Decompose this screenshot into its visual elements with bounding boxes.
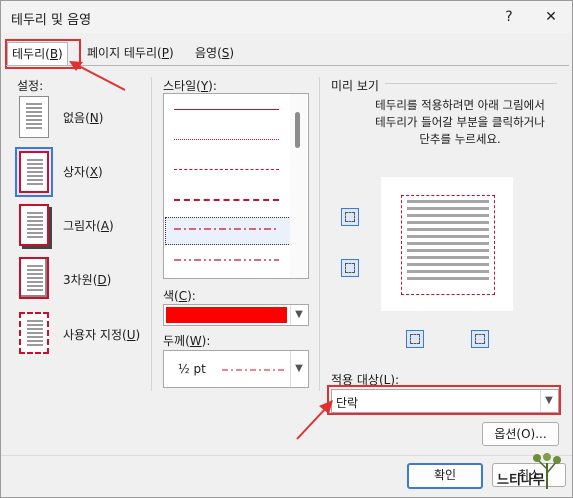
footer-divider	[1, 455, 572, 456]
color-heading: 색(C):	[163, 289, 196, 303]
style-option-small-dash[interactable]	[174, 169, 279, 170]
settings-heading: 설정:	[17, 79, 44, 93]
chevron-down-icon[interactable]: ▼	[290, 351, 307, 387]
watermark-logo: 느티나무	[495, 449, 569, 493]
chevron-down-icon[interactable]: ▼	[290, 305, 307, 325]
apply-to-highlight-box	[327, 385, 561, 415]
left-border-button[interactable]	[406, 330, 424, 348]
style-list[interactable]	[163, 93, 309, 279]
style-heading: 스타일(Y):	[163, 79, 217, 93]
width-line-sample	[222, 369, 284, 371]
preview-instruction: 테두리를 적용하려면 아래 그림에서 테두리가 들어갈 부분을 클릭하거나 단추…	[375, 98, 545, 146]
width-value: ½ pt	[178, 362, 206, 376]
borders-and-shading-dialog: 테두리 및 음영 ? ✕ 테두리(B) 페이지 테두리(P) 음영(S) 설정:…	[0, 0, 573, 498]
scroll-thumb[interactable]	[295, 112, 300, 148]
setting-none-icon[interactable]	[19, 96, 49, 138]
style-list-scrollbar[interactable]	[290, 94, 307, 278]
column-divider	[151, 77, 152, 391]
watermark-text: 느티나무	[497, 473, 545, 488]
annotation-arrow-tab	[69, 61, 126, 91]
options-button[interactable]: 옵션(O)...	[482, 422, 559, 446]
dialog-title: 테두리 및 음영	[11, 13, 92, 28]
setting-shadow-label[interactable]: 그림자(A)	[63, 217, 114, 234]
annotation-arrow-apply	[296, 400, 333, 440]
style-option-dotted[interactable]	[174, 139, 279, 140]
top-border-button[interactable]	[341, 208, 359, 226]
style-option-dash-dot[interactable]	[174, 227, 279, 231]
right-border-button[interactable]	[471, 330, 489, 348]
ok-button[interactable]: 확인	[407, 463, 483, 489]
setting-box-icon[interactable]	[19, 151, 49, 193]
preview-border[interactable]	[401, 195, 495, 295]
setting-shadow-icon[interactable]	[19, 204, 49, 246]
setting-3d-label[interactable]: 3차원(D)	[63, 271, 111, 288]
width-dropdown[interactable]: ½ pt ▼	[163, 350, 309, 388]
preview-canvas[interactable]	[381, 177, 513, 311]
style-option-solid[interactable]	[174, 109, 279, 110]
style-option-dash[interactable]	[174, 199, 279, 201]
title-bar: 테두리 및 음영 ? ✕	[1, 1, 572, 33]
preview-heading: 미리 보기	[331, 79, 379, 93]
setting-custom-label[interactable]: 사용자 지정(U)	[63, 326, 140, 343]
preview-divider	[319, 77, 320, 391]
setting-none-label[interactable]: 없음(N)	[63, 109, 103, 126]
color-dropdown[interactable]: ▼	[163, 304, 309, 326]
tab-shading[interactable]: 음영(S)	[191, 42, 238, 64]
help-button[interactable]: ?	[496, 5, 522, 29]
width-heading: 두께(W):	[163, 334, 211, 348]
setting-3d-icon[interactable]	[19, 257, 49, 299]
preview-text-lines	[407, 200, 489, 280]
style-option-selected[interactable]	[165, 217, 291, 245]
setting-custom-icon[interactable]	[19, 312, 49, 354]
style-option-dash-dot-dot[interactable]	[174, 258, 279, 262]
bottom-border-button[interactable]	[341, 259, 359, 277]
color-swatch	[166, 307, 287, 323]
preview-heading-rule	[385, 83, 557, 84]
setting-box-label[interactable]: 상자(X)	[63, 163, 103, 180]
close-button[interactable]: ✕	[538, 5, 564, 29]
